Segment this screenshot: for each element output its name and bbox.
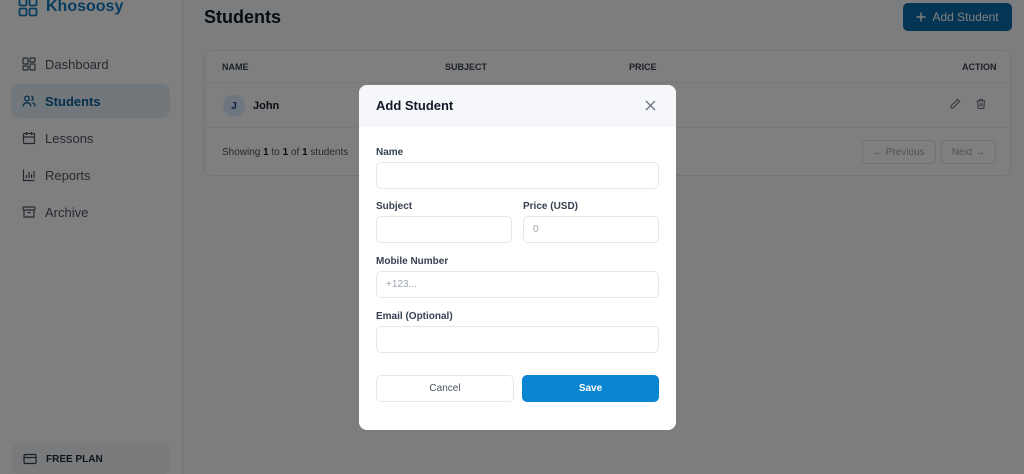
dialog-header: Add Student: [359, 85, 676, 126]
subject-label: Subject: [376, 201, 413, 212]
name-label: Name: [376, 147, 404, 158]
save-button[interactable]: Save: [522, 375, 659, 402]
cancel-button[interactable]: Cancel: [376, 375, 514, 402]
add-student-dialog: Add Student Name Subject Price (USD) Mob…: [359, 85, 676, 430]
price-field[interactable]: [523, 216, 659, 243]
name-field[interactable]: [376, 162, 659, 189]
subject-field[interactable]: [376, 216, 512, 243]
dialog-title: Add Student: [376, 98, 454, 113]
email-field[interactable]: [376, 326, 659, 353]
mobile-number-field[interactable]: [376, 271, 659, 298]
mobile-label: Mobile Number: [376, 256, 449, 267]
close-icon[interactable]: [645, 100, 656, 111]
email-label: Email (Optional): [376, 311, 453, 322]
price-label: Price (USD): [523, 201, 579, 212]
